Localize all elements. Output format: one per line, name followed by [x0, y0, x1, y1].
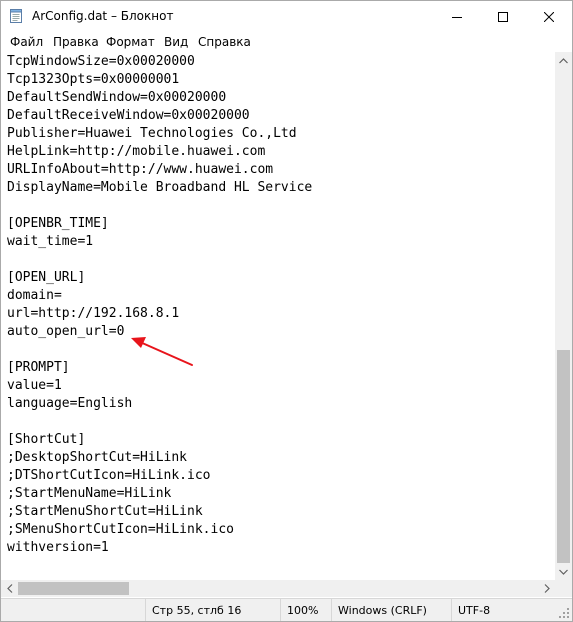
text-line: Tcp1323Opts=0x00000001	[7, 72, 180, 87]
text-line: DefaultSendWindow=0x00020000	[7, 90, 227, 105]
resize-grip-icon[interactable]	[558, 607, 570, 619]
text-line: [OPENBR_TIME]	[7, 216, 109, 231]
text-line: ;StartMenuShortCut=HiLink	[7, 504, 203, 519]
scroll-left-button[interactable]	[1, 580, 18, 597]
window-title: ArConfig.dat – Блокнот	[32, 9, 174, 23]
notepad-window: ArConfig.dat – Блокнот Файл Правка Форма…	[0, 0, 573, 622]
chevron-right-icon	[544, 584, 550, 593]
maximize-icon	[498, 11, 508, 22]
text-line: DefaultReceiveWindow=0x00020000	[7, 108, 250, 123]
scroll-right-button[interactable]	[538, 580, 555, 597]
red-arrow-annotation	[131, 337, 193, 366]
text-line: ;DesktopShortCut=HiLink	[7, 450, 188, 465]
title-bar[interactable]: ArConfig.dat – Блокнот	[1, 1, 572, 32]
minimize-icon	[452, 16, 462, 18]
text-line: withversion=1	[7, 540, 109, 555]
text-line: [ShortCut]	[7, 432, 86, 447]
status-zoom: 100%	[280, 599, 331, 621]
menu-format[interactable]: Формат	[106, 35, 155, 49]
notepad-app-icon	[10, 9, 22, 23]
text-line-highlighted: auto_open_url=0	[7, 324, 125, 339]
text-line: [PROMPT]	[7, 360, 70, 375]
text-line: [OPEN_URL]	[7, 270, 86, 285]
text-line: TcpWindowSize=0x00020000	[7, 54, 195, 69]
status-bar: Стр 55, стлб 16 100% Windows (CRLF) UTF-…	[1, 598, 572, 621]
close-icon	[544, 11, 554, 22]
close-button[interactable]	[526, 1, 572, 32]
status-encoding: UTF-8	[451, 599, 555, 621]
status-cursor-position: Стр 55, стлб 16	[145, 599, 280, 621]
vertical-scrollbar[interactable]	[555, 52, 572, 580]
menu-file[interactable]: Файл	[10, 35, 43, 49]
text-line: URLInfoAbout=http://www.huawei.com	[7, 162, 274, 177]
text-line: ;DTShortCutIcon=HiLink.ico	[7, 468, 211, 483]
maximize-button[interactable]	[480, 1, 526, 32]
scroll-up-button[interactable]	[555, 52, 572, 69]
text-line: ;StartMenuName=HiLink	[7, 486, 172, 501]
text-line: value=1	[7, 378, 62, 393]
chevron-left-icon	[6, 584, 12, 593]
scroll-down-button[interactable]	[555, 563, 572, 580]
status-line-ending: Windows (CRLF)	[331, 599, 451, 621]
scrollbar-corner	[555, 580, 572, 597]
menu-help[interactable]: Справка	[198, 35, 251, 49]
text-line: language=English	[7, 396, 133, 411]
text-line: url=http://192.168.8.1	[7, 306, 180, 321]
text-line: wait_time=1	[7, 234, 94, 249]
chevron-down-icon	[559, 569, 568, 575]
text-line: HelpLink=http://mobile.huawei.com	[7, 144, 266, 159]
horizontal-scroll-thumb[interactable]	[18, 582, 129, 595]
horizontal-scrollbar[interactable]	[1, 580, 555, 597]
menu-view[interactable]: Вид	[164, 35, 188, 49]
menu-edit[interactable]: Правка	[53, 35, 99, 49]
chevron-up-icon	[559, 57, 568, 63]
text-editor[interactable]: TcpWindowSize=0x00020000 Tcp1323Opts=0x0…	[1, 52, 555, 580]
menu-bar: Файл Правка Формат Вид Справка	[1, 32, 572, 52]
vertical-scroll-thumb[interactable]	[557, 350, 570, 563]
minimize-button[interactable]	[434, 1, 480, 32]
text-line: domain=	[7, 288, 62, 303]
text-line: DisplayName=Mobile Broadband HL Service	[7, 180, 313, 195]
text-line: Publisher=Huawei Technologies Co.,Ltd	[7, 126, 297, 141]
text-line: ;SMenuShortCutIcon=HiLink.ico	[7, 522, 234, 537]
